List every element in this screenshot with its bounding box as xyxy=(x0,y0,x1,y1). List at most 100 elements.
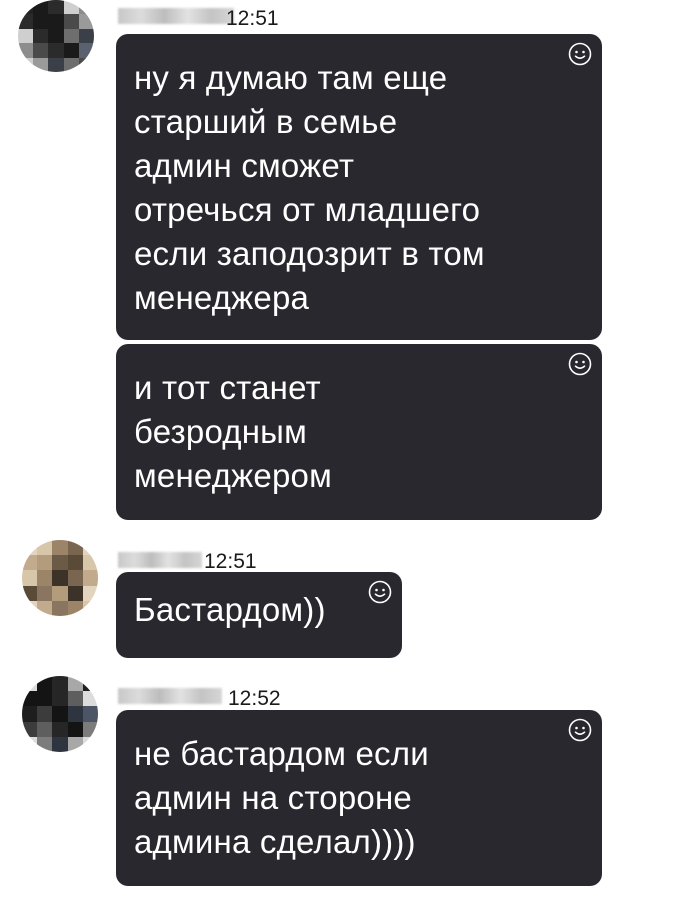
avatar-pixel xyxy=(37,555,53,571)
avatar-pixel xyxy=(78,43,94,58)
avatar-pixel xyxy=(48,28,64,44)
avatar-pixel xyxy=(22,540,38,556)
avatar-pixel xyxy=(82,691,98,707)
message-text: не бастардом если админ на стороне админ… xyxy=(134,732,572,864)
avatar-pixel xyxy=(52,691,68,707)
avatar-pixel xyxy=(18,0,34,15)
avatar-pixel xyxy=(78,57,94,72)
sender-name-blurred[interactable] xyxy=(118,688,222,704)
avatar-pixel xyxy=(37,721,53,737)
avatar-pixel xyxy=(82,736,98,752)
avatar-pixel xyxy=(52,585,68,601)
avatar-pixel xyxy=(48,43,64,58)
avatar-pixel xyxy=(18,14,34,29)
message-line: админа сделал)))) xyxy=(134,823,416,860)
avatar-pixel xyxy=(52,540,68,556)
avatar-pixel xyxy=(67,540,83,556)
avatar-pixel xyxy=(22,736,38,752)
message-text: Бастардом)) xyxy=(134,588,372,632)
avatar-pixel xyxy=(82,570,98,586)
avatar-pixel xyxy=(37,706,53,722)
avatar[interactable] xyxy=(18,0,94,72)
avatar-pixel xyxy=(63,43,79,58)
avatar-pixel xyxy=(82,540,98,556)
message-time: 12:51 xyxy=(204,550,257,573)
avatar[interactable] xyxy=(22,540,98,616)
avatar-pixel xyxy=(67,706,83,722)
message-line: не бастардом если xyxy=(134,735,429,772)
message-bubble[interactable]: и тот станет безродным менеджером xyxy=(116,344,602,520)
avatar-pixel xyxy=(33,57,49,72)
message-bubble[interactable]: Бастардом)) xyxy=(116,572,402,658)
message-line: админ сможет xyxy=(134,147,355,184)
message-line: админ на стороне xyxy=(134,779,412,816)
avatar-pixel xyxy=(82,555,98,571)
avatar-pixel xyxy=(78,28,94,44)
avatar-pixel xyxy=(33,28,49,44)
avatar-pixel xyxy=(82,706,98,722)
avatar-pixel xyxy=(52,736,68,752)
message-bubble[interactable]: ну я думаю там еще старший в семье админ… xyxy=(116,34,602,340)
avatar-pixel xyxy=(67,585,83,601)
avatar-pixel xyxy=(48,14,64,29)
avatar-pixel xyxy=(33,0,49,15)
avatar-pixel xyxy=(18,28,34,44)
avatar-pixel xyxy=(37,570,53,586)
message-line: старший в семье xyxy=(134,103,398,140)
sender-name-blurred[interactable] xyxy=(118,552,202,568)
message-text: и тот станет безродным менеджером xyxy=(134,366,572,498)
avatar-pixel xyxy=(63,0,79,15)
message-line: и тот станет xyxy=(134,369,321,406)
avatar-pixel xyxy=(22,691,38,707)
avatar-pixel xyxy=(33,43,49,58)
avatar-pixel xyxy=(78,14,94,29)
avatar-pixel xyxy=(18,57,34,72)
avatar-pixel xyxy=(52,555,68,571)
avatar-pixel xyxy=(63,14,79,29)
avatar-pixel xyxy=(82,585,98,601)
sender-name-blurred[interactable] xyxy=(118,8,234,24)
avatar-pixel xyxy=(63,57,79,72)
avatar-pixel xyxy=(52,570,68,586)
avatar-pixel xyxy=(37,676,53,692)
avatar-pixel xyxy=(18,43,34,58)
avatar-pixel xyxy=(22,706,38,722)
avatar-pixel xyxy=(67,570,83,586)
message-line: менеджера xyxy=(134,279,310,316)
avatar[interactable] xyxy=(22,676,98,752)
avatar-pixel xyxy=(52,600,68,616)
avatar-pixel xyxy=(48,57,64,72)
avatar-pixel xyxy=(82,600,98,616)
avatar-pixel xyxy=(22,600,38,616)
avatar-pixel xyxy=(78,0,94,15)
avatar-pixel xyxy=(67,555,83,571)
avatar-pixel xyxy=(37,736,53,752)
message-line: Бастардом)) xyxy=(134,591,326,628)
message-line: безродным xyxy=(134,413,307,450)
avatar-pixel xyxy=(37,600,53,616)
avatar-pixel xyxy=(82,721,98,737)
avatar-pixel xyxy=(82,676,98,692)
avatar-pixel xyxy=(67,600,83,616)
avatar-pixel xyxy=(37,540,53,556)
message-line: ну я думаю там еще xyxy=(134,59,448,96)
message-line: менеджером xyxy=(134,457,332,494)
avatar-pixel xyxy=(52,706,68,722)
avatar-pixel xyxy=(37,585,53,601)
avatar-pixel xyxy=(67,721,83,737)
avatar-pixel xyxy=(67,736,83,752)
avatar-pixel xyxy=(22,585,38,601)
avatar-pixel xyxy=(22,721,38,737)
message-time: 12:52 xyxy=(228,687,281,710)
avatar-pixel xyxy=(67,691,83,707)
message-bubble[interactable]: не бастардом если админ на стороне админ… xyxy=(116,710,602,886)
avatar-pixel xyxy=(52,721,68,737)
avatar-pixel xyxy=(22,676,38,692)
message-time: 12:51 xyxy=(226,7,279,30)
avatar-pixel xyxy=(48,0,64,15)
avatar-pixel xyxy=(22,555,38,571)
avatar-pixel xyxy=(22,570,38,586)
message-text: ну я думаю там еще старший в семье админ… xyxy=(134,56,572,320)
avatar-pixel xyxy=(37,691,53,707)
message-line: отречься от младшего xyxy=(134,191,481,228)
